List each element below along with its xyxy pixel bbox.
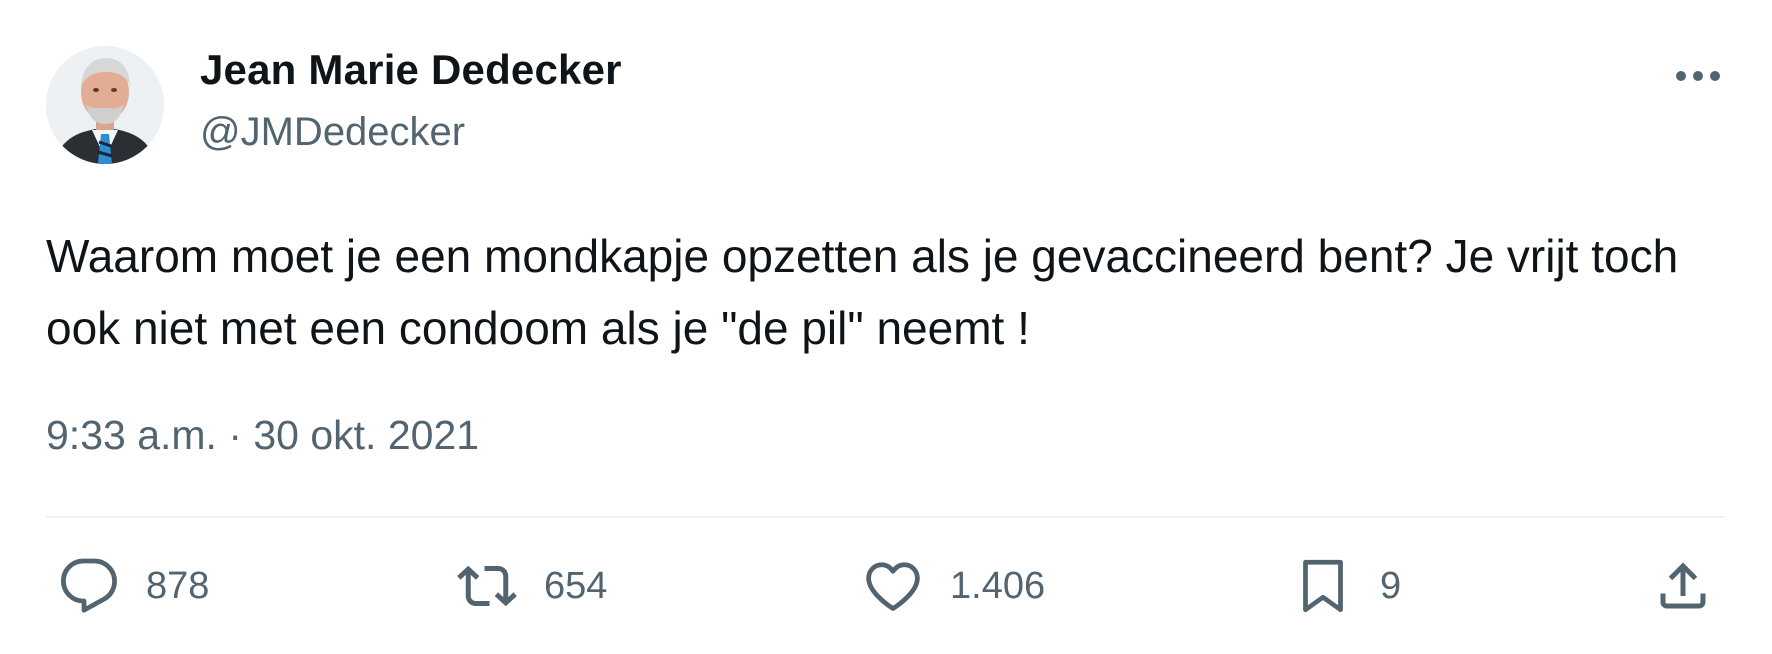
more-options-button[interactable] [1664, 52, 1732, 100]
bookmark-count: 9 [1380, 564, 1402, 607]
bookmark-icon [1292, 555, 1354, 617]
like-count: 1.406 [950, 564, 1046, 607]
avatar[interactable] [46, 46, 164, 164]
retweet-button[interactable]: 654 [456, 556, 607, 616]
reply-icon [58, 555, 120, 617]
user-handle[interactable]: @JMDedecker [200, 110, 465, 155]
reply-button[interactable]: 878 [58, 556, 209, 616]
retweet-icon [456, 555, 518, 617]
divider [46, 516, 1726, 518]
retweet-count: 654 [544, 564, 608, 607]
share-button[interactable] [1652, 556, 1714, 616]
share-icon [1652, 555, 1714, 617]
tweet-text: Waarom moet je een mondkapje opzetten al… [46, 230, 1691, 354]
tweet-timestamp[interactable]: 9:33 a.m. · 30 okt. 2021 [46, 412, 479, 459]
like-button[interactable]: 1.406 [862, 556, 1045, 616]
more-horizontal-icon [1676, 71, 1720, 81]
heart-icon [862, 555, 924, 617]
display-name[interactable]: Jean Marie Dedecker [200, 46, 622, 94]
tweet-card: Jean Marie Dedecker @JMDedecker Waarom m… [0, 0, 1772, 654]
bookmark-button[interactable]: 9 [1292, 556, 1401, 616]
reply-count: 878 [146, 564, 210, 607]
avatar-image [46, 46, 164, 164]
